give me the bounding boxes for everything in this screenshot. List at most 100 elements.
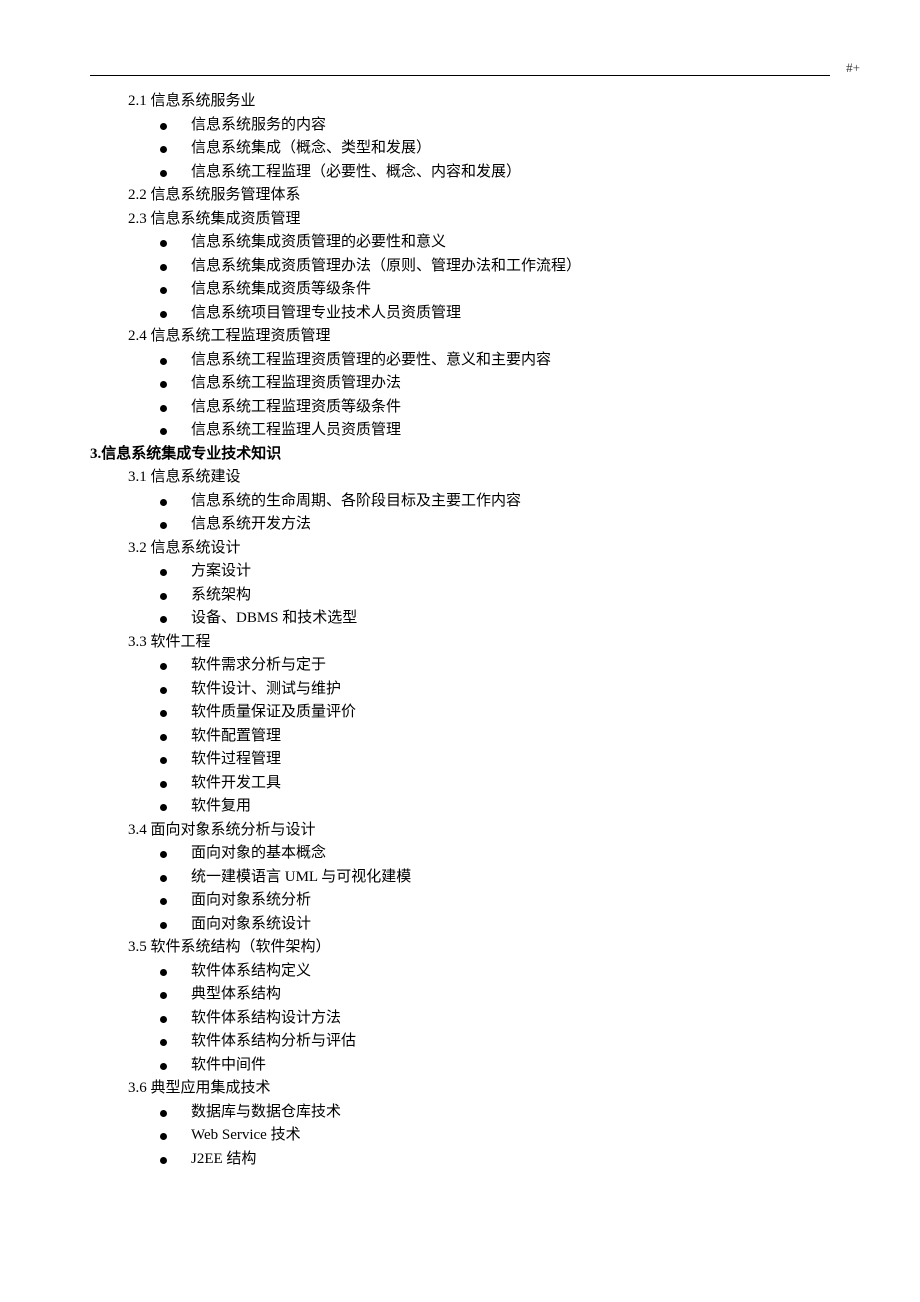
bullet-text: 软件开发工具 bbox=[191, 772, 281, 796]
bullet-text: 设备、DBMS 和技术选型 bbox=[191, 607, 357, 631]
list-item: 信息系统工程监理（必要性、概念、内容和发展） bbox=[90, 161, 830, 185]
bullet-text: 面向对象系统设计 bbox=[191, 913, 311, 937]
list-item: 信息系统工程监理资质管理的必要性、意义和主要内容 bbox=[90, 349, 830, 373]
list-item: 典型体系结构 bbox=[90, 983, 830, 1007]
list-item: 信息系统工程监理资质等级条件 bbox=[90, 396, 830, 420]
list-item: 软件体系结构分析与评估 bbox=[90, 1030, 830, 1054]
bullet-icon bbox=[160, 616, 167, 623]
section-label: 2.3 信息系统集成资质管理 bbox=[90, 208, 830, 232]
list-item: 软件设计、测试与维护 bbox=[90, 678, 830, 702]
bullet-text: 软件需求分析与定于 bbox=[191, 654, 326, 678]
bullet-text: 软件复用 bbox=[191, 795, 251, 819]
bullet-icon bbox=[160, 569, 167, 576]
list-item: 信息系统集成资质等级条件 bbox=[90, 278, 830, 302]
bullet-icon bbox=[160, 1157, 167, 1164]
bullet-text: Web Service 技术 bbox=[191, 1124, 301, 1148]
bullet-text: 软件体系结构设计方法 bbox=[191, 1007, 341, 1031]
bullet-icon bbox=[160, 969, 167, 976]
bullet-icon bbox=[160, 898, 167, 905]
list-item: 软件开发工具 bbox=[90, 772, 830, 796]
bullet-text: 面向对象的基本概念 bbox=[191, 842, 326, 866]
list-item: Web Service 技术 bbox=[90, 1124, 830, 1148]
bullet-icon bbox=[160, 781, 167, 788]
section-label: 3.3 软件工程 bbox=[90, 631, 830, 655]
bullet-text: 软件体系结构定义 bbox=[191, 960, 311, 984]
bullet-text: 统一建模语言 UML 与可视化建模 bbox=[191, 866, 411, 890]
list-item: 信息系统项目管理专业技术人员资质管理 bbox=[90, 302, 830, 326]
section-label: 3.6 典型应用集成技术 bbox=[90, 1077, 830, 1101]
bullet-text: 数据库与数据仓库技术 bbox=[191, 1101, 341, 1125]
list-item: 信息系统工程监理人员资质管理 bbox=[90, 419, 830, 443]
bullet-text: 面向对象系统分析 bbox=[191, 889, 311, 913]
bullet-icon bbox=[160, 1016, 167, 1023]
section-label: 3.1 信息系统建设 bbox=[90, 466, 830, 490]
bullet-icon bbox=[160, 1110, 167, 1117]
bullet-icon bbox=[160, 146, 167, 153]
bullet-icon bbox=[160, 757, 167, 764]
list-item: 面向对象系统分析 bbox=[90, 889, 830, 913]
list-item: 设备、DBMS 和技术选型 bbox=[90, 607, 830, 631]
bullet-text: 信息系统工程监理人员资质管理 bbox=[191, 419, 401, 443]
section-label: 2.1 信息系统服务业 bbox=[90, 90, 830, 114]
page-mark: #+ bbox=[846, 60, 860, 76]
list-item: 软件质量保证及质量评价 bbox=[90, 701, 830, 725]
bullet-icon bbox=[160, 264, 167, 271]
list-item: 软件复用 bbox=[90, 795, 830, 819]
bullet-text: 信息系统集成资质管理的必要性和意义 bbox=[191, 231, 446, 255]
bullet-icon bbox=[160, 687, 167, 694]
bullet-icon bbox=[160, 1133, 167, 1140]
list-item: 软件过程管理 bbox=[90, 748, 830, 772]
bullet-icon bbox=[160, 734, 167, 741]
bullet-icon bbox=[160, 405, 167, 412]
bullet-text: 信息系统工程监理（必要性、概念、内容和发展） bbox=[191, 161, 521, 185]
list-item: 面向对象的基本概念 bbox=[90, 842, 830, 866]
bullet-icon bbox=[160, 287, 167, 294]
bullet-icon bbox=[160, 1039, 167, 1046]
bullet-text: 信息系统工程监理资质等级条件 bbox=[191, 396, 401, 420]
bullet-icon bbox=[160, 1063, 167, 1070]
chapter-heading: 3.信息系统集成专业技术知识 bbox=[90, 443, 830, 467]
bullet-text: 软件配置管理 bbox=[191, 725, 281, 749]
bullet-text: 信息系统集成资质等级条件 bbox=[191, 278, 371, 302]
section-label: 2.4 信息系统工程监理资质管理 bbox=[90, 325, 830, 349]
list-item: 软件中间件 bbox=[90, 1054, 830, 1078]
document-body: 2.1 信息系统服务业 信息系统服务的内容 信息系统集成（概念、类型和发展） 信… bbox=[90, 75, 830, 1171]
section-label: 3.2 信息系统设计 bbox=[90, 537, 830, 561]
bullet-text: 信息系统服务的内容 bbox=[191, 114, 326, 138]
bullet-icon bbox=[160, 922, 167, 929]
list-item: 方案设计 bbox=[90, 560, 830, 584]
bullet-icon bbox=[160, 170, 167, 177]
list-item: 信息系统集成资质管理的必要性和意义 bbox=[90, 231, 830, 255]
bullet-text: 软件质量保证及质量评价 bbox=[191, 701, 356, 725]
list-item: 系统架构 bbox=[90, 584, 830, 608]
bullet-icon bbox=[160, 123, 167, 130]
bullet-text: 信息系统的生命周期、各阶段目标及主要工作内容 bbox=[191, 490, 521, 514]
bullet-text: 信息系统集成资质管理办法（原则、管理办法和工作流程） bbox=[191, 255, 581, 279]
section-label: 3.5 软件系统结构（软件架构） bbox=[90, 936, 830, 960]
bullet-icon bbox=[160, 663, 167, 670]
bullet-text: 典型体系结构 bbox=[191, 983, 281, 1007]
bullet-text: 方案设计 bbox=[191, 560, 251, 584]
list-item: 软件配置管理 bbox=[90, 725, 830, 749]
section-label: 2.2 信息系统服务管理体系 bbox=[90, 184, 830, 208]
bullet-icon bbox=[160, 240, 167, 247]
bullet-icon bbox=[160, 428, 167, 435]
list-item: 面向对象系统设计 bbox=[90, 913, 830, 937]
bullet-text: 信息系统集成（概念、类型和发展） bbox=[191, 137, 431, 161]
bullet-icon bbox=[160, 710, 167, 717]
list-item: 信息系统服务的内容 bbox=[90, 114, 830, 138]
bullet-text: 软件设计、测试与维护 bbox=[191, 678, 341, 702]
bullet-text: J2EE 结构 bbox=[191, 1148, 256, 1172]
section-label: 3.4 面向对象系统分析与设计 bbox=[90, 819, 830, 843]
list-item: 信息系统开发方法 bbox=[90, 513, 830, 537]
bullet-text: 系统架构 bbox=[191, 584, 251, 608]
list-item: 信息系统集成（概念、类型和发展） bbox=[90, 137, 830, 161]
bullet-text: 信息系统开发方法 bbox=[191, 513, 311, 537]
list-item: 软件需求分析与定于 bbox=[90, 654, 830, 678]
list-item: 统一建模语言 UML 与可视化建模 bbox=[90, 866, 830, 890]
list-item: 数据库与数据仓库技术 bbox=[90, 1101, 830, 1125]
list-item: 信息系统工程监理资质管理办法 bbox=[90, 372, 830, 396]
list-item: 软件体系结构设计方法 bbox=[90, 1007, 830, 1031]
bullet-icon bbox=[160, 804, 167, 811]
list-item: J2EE 结构 bbox=[90, 1148, 830, 1172]
